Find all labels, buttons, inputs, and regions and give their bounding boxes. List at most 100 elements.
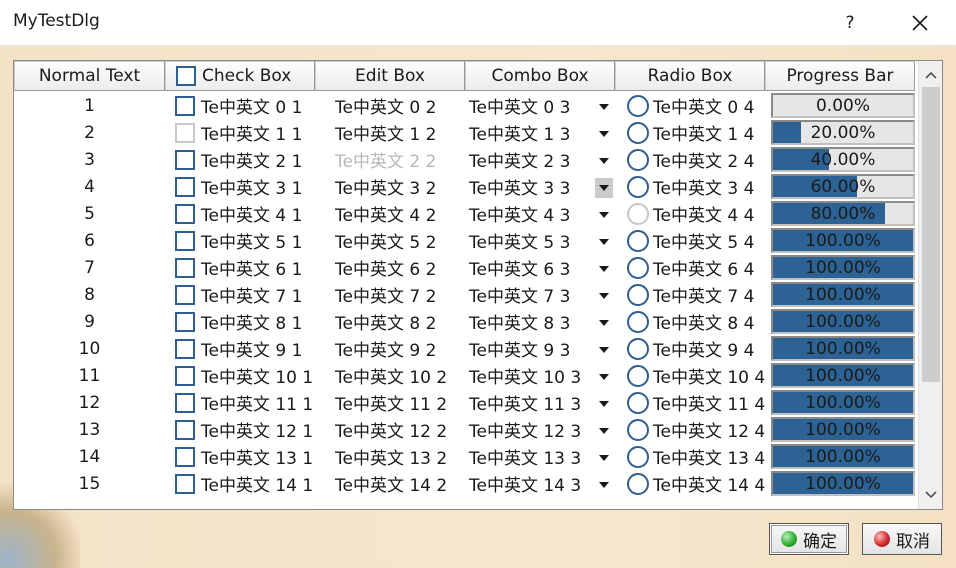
- table-row[interactable]: 13 Te中英文 12 1 Te中英文 12 2 Te中英文 12 3 Te中英文 12…: [14, 416, 918, 443]
- cancel-button[interactable]: 取消: [862, 523, 942, 555]
- radio-button[interactable]: [627, 310, 649, 333]
- combo-box[interactable]: Te中英文 14 3: [465, 471, 615, 496]
- edit-box[interactable]: Te中英文 4 2: [315, 201, 465, 226]
- combo-dropdown-button[interactable]: [595, 97, 613, 117]
- header-combo-box[interactable]: Combo Box: [465, 61, 615, 91]
- checkbox[interactable]: [175, 230, 195, 251]
- radio-cell[interactable]: Te中英文 6 4: [615, 255, 765, 280]
- checkbox[interactable]: [175, 365, 195, 386]
- checkbox[interactable]: [175, 419, 195, 440]
- checkbox[interactable]: [175, 338, 195, 359]
- table-row[interactable]: 10 Te中英文 9 1 Te中英文 9 2 Te中英文 9 3 Te中英文 9 4 10…: [14, 335, 918, 362]
- checkbox[interactable]: [175, 446, 195, 467]
- radio-cell[interactable]: Te中英文 5 4: [615, 228, 765, 253]
- combo-box[interactable]: Te中英文 4 3: [465, 201, 615, 226]
- table-row[interactable]: 4 Te中英文 3 1 Te中英文 3 2 Te中英文 3 3 Te中英文 3 4 60.…: [14, 173, 918, 200]
- edit-box[interactable]: Te中英文 6 2: [315, 255, 465, 280]
- table-row[interactable]: 2 Te中英文 1 1 Te中英文 1 2 Te中英文 1 3 Te中英文 1 4 20.…: [14, 119, 918, 146]
- checkbox-cell[interactable]: Te中英文 5 1: [165, 228, 315, 253]
- table-row[interactable]: 8 Te中英文 7 1 Te中英文 7 2 Te中英文 7 3 Te中英文 7 4 100…: [14, 281, 918, 308]
- header-progress-bar[interactable]: Progress Bar: [765, 61, 915, 91]
- radio-button[interactable]: [627, 391, 649, 414]
- scroll-down-button[interactable]: [919, 483, 942, 507]
- combo-dropdown-button[interactable]: [595, 448, 613, 468]
- checkbox-cell[interactable]: Te中英文 14 1: [165, 471, 315, 496]
- edit-box[interactable]: Te中英文 8 2: [315, 309, 465, 334]
- radio-button[interactable]: [627, 175, 649, 198]
- combo-box[interactable]: Te中英文 5 3: [465, 228, 615, 253]
- edit-box[interactable]: Te中英文 9 2: [315, 336, 465, 361]
- combo-box[interactable]: Te中英文 3 3: [465, 174, 615, 199]
- edit-box[interactable]: Te中英文 3 2: [315, 174, 465, 199]
- radio-cell[interactable]: Te中英文 13 4: [615, 444, 765, 469]
- combo-dropdown-button[interactable]: [595, 151, 613, 171]
- checkbox-cell[interactable]: Te中英文 6 1: [165, 255, 315, 280]
- vertical-scrollbar[interactable]: [918, 61, 942, 509]
- table-row[interactable]: 14 Te中英文 13 1 Te中英文 13 2 Te中英文 13 3 Te中英文 13…: [14, 443, 918, 470]
- table-row[interactable]: 5 Te中英文 4 1 Te中英文 4 2 Te中英文 4 3 Te中英文 4 4 80.…: [14, 200, 918, 227]
- combo-dropdown-button[interactable]: [595, 367, 613, 387]
- combo-box[interactable]: Te中英文 0 3: [465, 93, 615, 118]
- radio-cell[interactable]: Te中英文 12 4: [615, 417, 765, 442]
- radio-button[interactable]: [627, 94, 649, 117]
- combo-box[interactable]: Te中英文 10 3: [465, 363, 615, 388]
- checkbox-cell[interactable]: Te中英文 9 1: [165, 336, 315, 361]
- scroll-thumb[interactable]: [922, 87, 940, 382]
- edit-box[interactable]: Te中英文 0 2: [315, 93, 465, 118]
- checkbox-cell[interactable]: Te中英文 13 1: [165, 444, 315, 469]
- radio-cell[interactable]: Te中英文 10 4: [615, 363, 765, 388]
- help-button[interactable]: ?: [826, 6, 874, 40]
- combo-box[interactable]: Te中英文 9 3: [465, 336, 615, 361]
- combo-box[interactable]: Te中英文 6 3: [465, 255, 615, 280]
- radio-button[interactable]: [627, 472, 649, 495]
- edit-box[interactable]: Te中英文 12 2: [315, 417, 465, 442]
- combo-box[interactable]: Te中英文 1 3: [465, 120, 615, 145]
- close-button[interactable]: [896, 6, 944, 40]
- checkbox-cell[interactable]: Te中英文 10 1: [165, 363, 315, 388]
- combo-dropdown-button[interactable]: [595, 475, 613, 495]
- radio-cell[interactable]: Te中英文 7 4: [615, 282, 765, 307]
- radio-button[interactable]: [627, 418, 649, 441]
- combo-box[interactable]: Te中英文 12 3: [465, 417, 615, 442]
- combo-dropdown-button[interactable]: [595, 124, 613, 144]
- checkbox-cell[interactable]: Te中英文 3 1: [165, 174, 315, 199]
- checkbox-cell[interactable]: Te中英文 2 1: [165, 147, 315, 172]
- combo-dropdown-button[interactable]: [595, 340, 613, 360]
- table-row[interactable]: 11 Te中英文 10 1 Te中英文 10 2 Te中英文 10 3 Te中英文 10…: [14, 362, 918, 389]
- radio-button[interactable]: [627, 229, 649, 252]
- header-edit-box[interactable]: Edit Box: [315, 61, 465, 91]
- radio-cell[interactable]: Te中英文 8 4: [615, 309, 765, 334]
- table-row[interactable]: 1 Te中英文 0 1 Te中英文 0 2 Te中英文 0 3 Te中英文 0 4 0.0…: [14, 92, 918, 119]
- combo-box[interactable]: Te中英文 13 3: [465, 444, 615, 469]
- radio-cell[interactable]: Te中英文 2 4: [615, 147, 765, 172]
- checkbox-cell[interactable]: Te中英文 4 1: [165, 201, 315, 226]
- data-grid[interactable]: Normal Text Check Box Edit Box Combo Box…: [13, 60, 943, 510]
- checkbox[interactable]: [175, 149, 195, 170]
- radio-button[interactable]: [627, 202, 649, 225]
- combo-box[interactable]: Te中英文 7 3: [465, 282, 615, 307]
- radio-button[interactable]: [627, 283, 649, 306]
- combo-dropdown-button[interactable]: [595, 421, 613, 441]
- radio-button[interactable]: [627, 337, 649, 360]
- radio-cell[interactable]: Te中英文 11 4: [615, 390, 765, 415]
- radio-cell[interactable]: Te中英文 3 4: [615, 174, 765, 199]
- radio-button[interactable]: [627, 364, 649, 387]
- edit-box[interactable]: Te中英文 7 2: [315, 282, 465, 307]
- edit-box[interactable]: Te中英文 10 2: [315, 363, 465, 388]
- radio-button[interactable]: [627, 445, 649, 468]
- checkbox[interactable]: [175, 257, 195, 278]
- header-radio-box[interactable]: Radio Box: [615, 61, 765, 91]
- radio-cell[interactable]: Te中英文 0 4: [615, 93, 765, 118]
- checkbox[interactable]: [175, 392, 195, 413]
- radio-cell[interactable]: Te中英文 9 4: [615, 336, 765, 361]
- header-checkbox-icon[interactable]: [176, 66, 196, 86]
- header-check-box[interactable]: Check Box: [165, 61, 315, 91]
- combo-dropdown-button[interactable]: [595, 313, 613, 333]
- combo-dropdown-button[interactable]: [595, 205, 613, 225]
- combo-box[interactable]: Te中英文 8 3: [465, 309, 615, 334]
- checkbox-cell[interactable]: Te中英文 1 1: [165, 120, 315, 145]
- table-row[interactable]: 9 Te中英文 8 1 Te中英文 8 2 Te中英文 8 3 Te中英文 8 4 100…: [14, 308, 918, 335]
- table-row[interactable]: 3 Te中英文 2 1 Te中英文 2 2 Te中英文 2 3 Te中英文 2 4 40.…: [14, 146, 918, 173]
- checkbox[interactable]: [175, 95, 195, 116]
- checkbox[interactable]: [175, 176, 195, 197]
